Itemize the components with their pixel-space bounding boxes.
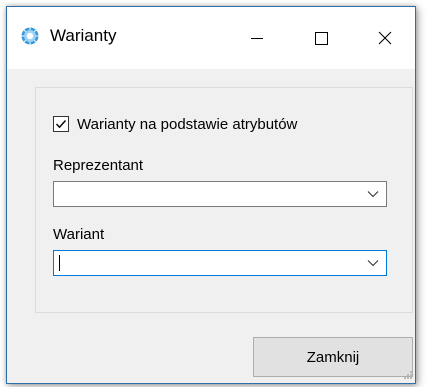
attributes-checkbox-label[interactable]: Warianty na podstawie atrybutów bbox=[77, 115, 297, 135]
reprezentant-combobox[interactable] bbox=[53, 181, 387, 207]
close-window-button[interactable] bbox=[353, 7, 417, 69]
window-title: Warianty bbox=[50, 26, 117, 45]
close-button[interactable]: Zamknij bbox=[253, 337, 413, 377]
reprezentant-label: Reprezentant bbox=[53, 157, 144, 174]
resize-grip-icon[interactable] bbox=[401, 369, 413, 381]
attributes-checkbox[interactable] bbox=[53, 116, 69, 132]
text-caret bbox=[59, 255, 60, 271]
wariant-dropdown-button[interactable] bbox=[362, 251, 386, 275]
minimize-button[interactable] bbox=[225, 7, 289, 69]
app-circle-icon bbox=[21, 27, 39, 45]
wariant-label: Wariant bbox=[53, 226, 105, 243]
title-bar[interactable]: Warianty bbox=[7, 7, 415, 69]
reprezentant-dropdown-button[interactable] bbox=[362, 182, 386, 206]
wariant-combobox[interactable] bbox=[53, 250, 387, 276]
maximize-button[interactable] bbox=[289, 7, 353, 69]
dialog-window: Warianty Warianty na podstawie atrybutów… bbox=[6, 6, 416, 384]
